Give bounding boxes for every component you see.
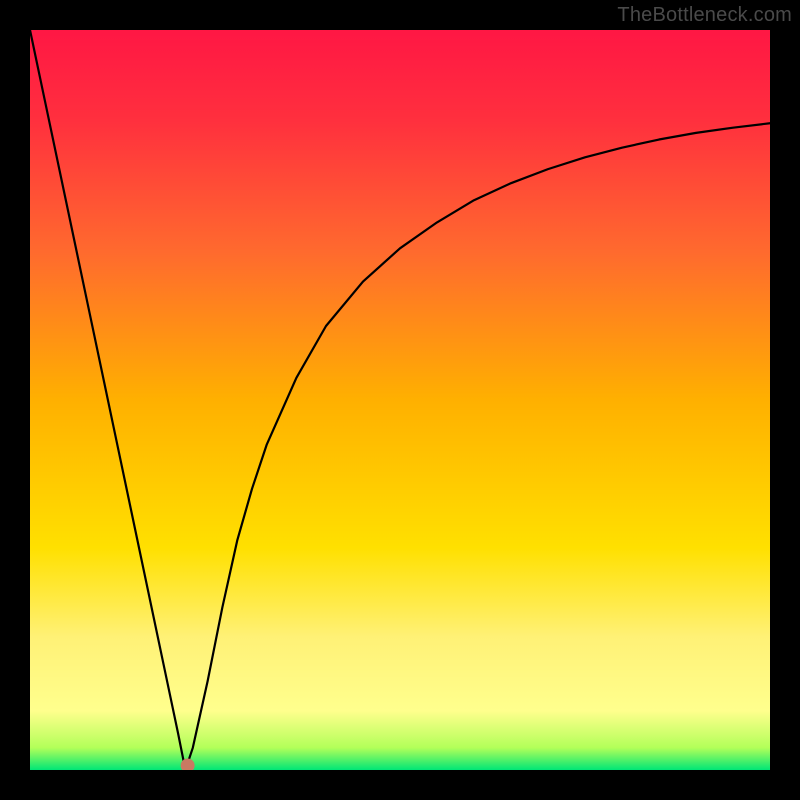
chart-frame: TheBottleneck.com (0, 0, 800, 800)
gradient-background (30, 30, 770, 770)
chart-svg (30, 30, 770, 770)
plot-area (30, 30, 770, 770)
watermark-text: TheBottleneck.com (617, 4, 792, 27)
